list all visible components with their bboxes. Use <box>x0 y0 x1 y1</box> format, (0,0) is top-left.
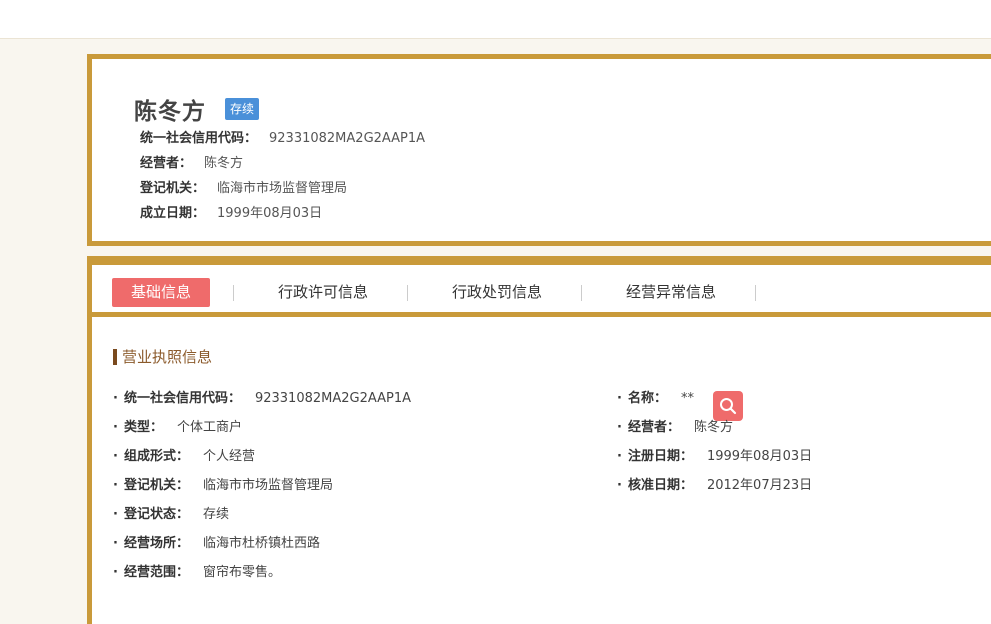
field-value: 临海市市场监督管理局 <box>202 478 333 493</box>
header-row-founded: 成立日期： 1999年08月03日 <box>140 205 322 223</box>
field-register-date: · 注册日期： 1999年08月03日 <box>617 448 812 466</box>
header-value: 92331082MA2G2AAP1A <box>269 131 426 146</box>
header-label: 登记机关： <box>140 181 206 196</box>
company-name: 陈冬方 <box>134 99 206 125</box>
tab-admin-license[interactable]: 行政许可信息 <box>262 278 384 307</box>
bullet: · <box>113 391 118 406</box>
header-row-operator: 经营者： 陈冬方 <box>140 155 243 173</box>
bullet: · <box>113 565 118 580</box>
tab-separator <box>755 285 756 301</box>
tab-admin-penalty[interactable]: 行政处罚信息 <box>436 278 558 307</box>
field-value: 1999年08月03日 <box>706 449 813 464</box>
header-label: 经营者： <box>140 156 193 171</box>
bullet: · <box>113 478 118 493</box>
field-value: 存续 <box>202 507 229 522</box>
bullet: · <box>113 420 118 435</box>
bullet: · <box>113 507 118 522</box>
tab-separator <box>581 285 582 301</box>
field-authority: · 登记机关： 临海市市场监督管理局 <box>113 477 333 495</box>
field-value: 窗帘布零售。 <box>202 565 281 580</box>
header-label: 统一社会信用代码： <box>140 131 258 146</box>
field-value: 临海市杜桥镇杜西路 <box>202 536 320 551</box>
field-composition: · 组成形式： 个人经营 <box>113 448 255 466</box>
header-value: 陈冬方 <box>204 156 244 171</box>
section-title: 营业执照信息 <box>113 348 212 366</box>
tab-separator <box>407 285 408 301</box>
company-header-card: 陈冬方 存续 统一社会信用代码： 92331082MA2G2AAP1A 经营者： 陈… <box>87 54 991 246</box>
field-value: 陈冬方 <box>693 420 733 435</box>
bullet: · <box>113 536 118 551</box>
status-badge: 存续 <box>225 98 260 120</box>
field-name: · 名称： ** <box>617 390 694 408</box>
field-value: 个人经营 <box>202 449 255 464</box>
field-label: 名称： <box>627 391 667 406</box>
tab-separator <box>233 285 234 301</box>
field-scope: · 经营范围： 窗帘布零售。 <box>113 564 281 582</box>
field-approval-date: · 核准日期： 2012年07月23日 <box>617 477 812 495</box>
header-value: 临海市市场监督管理局 <box>217 181 348 196</box>
bullet: · <box>113 449 118 464</box>
bullet: · <box>617 420 622 435</box>
tab-basic-info[interactable]: 基础信息 <box>112 278 210 307</box>
field-value: 92331082MA2G2AAP1A <box>254 391 412 406</box>
field-label: 经营者： <box>627 420 680 435</box>
field-credit-code: · 统一社会信用代码： 92331082MA2G2AAP1A <box>113 390 411 408</box>
field-label: 类型： <box>123 420 163 435</box>
field-label: 登记机关： <box>123 478 189 493</box>
field-label: 统一社会信用代码： <box>123 391 241 406</box>
field-operator: · 经营者： 陈冬方 <box>617 419 733 437</box>
search-icon <box>720 398 737 415</box>
search-button[interactable] <box>713 391 743 421</box>
bullet: · <box>617 449 622 464</box>
bullet: · <box>617 478 622 493</box>
header-row-credit-code: 统一社会信用代码： 92331082MA2G2AAP1A <box>140 130 425 148</box>
field-reg-status: · 登记状态： 存续 <box>113 506 229 524</box>
field-label: 经营场所： <box>123 536 189 551</box>
field-label: 组成形式： <box>123 449 189 464</box>
header-row-authority: 登记机关： 临海市市场监督管理局 <box>140 180 347 198</box>
field-value: ** <box>680 391 694 406</box>
field-value: 个体工商户 <box>176 420 242 435</box>
field-label: 注册日期： <box>627 449 693 464</box>
field-premises: · 经营场所： 临海市杜桥镇杜西路 <box>113 535 320 553</box>
tab-bar: 基础信息 行政许可信息 行政处罚信息 经营异常信息 <box>92 265 991 317</box>
bullet: · <box>617 391 622 406</box>
field-label: 核准日期： <box>627 478 693 493</box>
header-value: 1999年08月03日 <box>217 206 323 221</box>
field-type: · 类型： 个体工商户 <box>113 419 242 437</box>
tab-business-abnormal[interactable]: 经营异常信息 <box>610 278 732 307</box>
top-bar <box>0 0 991 39</box>
header-label: 成立日期： <box>140 206 206 221</box>
field-label: 登记状态： <box>123 507 189 522</box>
field-label: 经营范围： <box>123 565 189 580</box>
field-value: 2012年07月23日 <box>706 478 813 493</box>
detail-card: 基础信息 行政许可信息 行政处罚信息 经营异常信息 营业执照信息 · 统一社会信用… <box>87 256 991 624</box>
